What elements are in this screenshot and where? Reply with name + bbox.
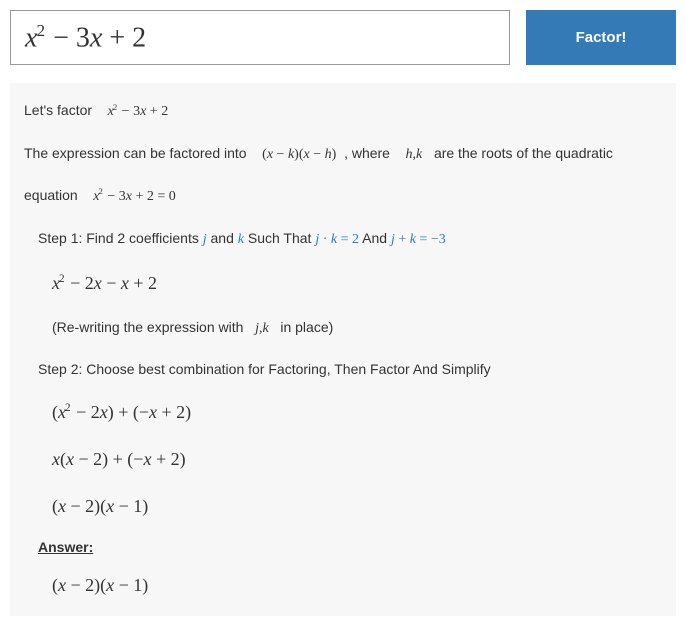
step2-expr-3: (x − 2)(x − 1)	[52, 496, 148, 516]
step1-title: Step 1: Find 2 coefficients j and k Such…	[24, 227, 662, 251]
intro-line-2: The expression can be factored into (x −…	[24, 142, 662, 166]
intro-where: , where	[344, 145, 390, 161]
intro-text-a: The expression can be factored into	[24, 145, 247, 161]
solution-panel: Let's factor x2 − 3x + 2 The expression …	[10, 83, 676, 615]
step1-such: Such That	[248, 230, 315, 246]
intro-expression: x2 − 3x + 2	[108, 104, 169, 119]
step1-note: (Re-writing the expression with j,k in p…	[24, 316, 662, 340]
step1-j: j	[203, 232, 207, 247]
step2-title: Step 2: Choose best combination for Fact…	[24, 358, 662, 380]
step2-line-2: x(x − 2) + (−x + 2)	[24, 445, 662, 474]
intro-line-3: equation x2 − 3x + 2 = 0	[24, 184, 662, 208]
step1-rewrite: x2 − 2x − x + 2	[24, 269, 662, 298]
step2-line-1: (x2 − 2x) + (−x + 2)	[24, 398, 662, 427]
answer-line: (x − 2)(x − 1)	[38, 571, 662, 600]
step1-cond2: j + k = −3	[391, 232, 446, 247]
step1-note-b: in place)	[280, 319, 333, 335]
factored-form: (x − k)(x − h)	[262, 147, 336, 162]
step1-note-a: (Re-writing the expression with	[52, 319, 243, 335]
expression-input-value: x2 − 3x + 2	[25, 21, 146, 54]
step1-and: and	[211, 230, 238, 246]
step1-k: k	[238, 232, 244, 247]
step2-expr-2: x(x − 2) + (−x + 2)	[52, 449, 186, 469]
quadratic-equation: x2 − 3x + 2 = 0	[93, 189, 175, 204]
hk-symbols: h,k	[406, 147, 423, 162]
step1-rewrite-expr: x2 − 2x − x + 2	[52, 273, 157, 293]
answer-label: Answer:	[38, 539, 93, 555]
step2-title-text: Step 2: Choose best combination for Fact…	[38, 361, 491, 377]
lets-factor-text: Let's factor	[24, 102, 92, 118]
step2-expr-1: (x2 − 2x) + (−x + 2)	[52, 402, 191, 422]
step2-line-3: (x − 2)(x − 1)	[24, 492, 662, 521]
equation-word: equation	[24, 187, 78, 203]
step1-cond1: j · k = 2	[315, 232, 359, 247]
intro-line-1: Let's factor x2 − 3x + 2	[24, 99, 662, 123]
answer-block: Answer: (x − 2)(x − 1)	[24, 539, 662, 600]
step1-text-a: Step 1: Find 2 coefficients	[38, 230, 203, 246]
step1-jk: j,k	[255, 321, 269, 336]
step1-and2: And	[362, 230, 391, 246]
input-row: x2 − 3x + 2 Factor!	[10, 10, 676, 65]
answer-expression: (x − 2)(x − 1)	[52, 575, 148, 595]
factor-button[interactable]: Factor!	[526, 10, 676, 65]
expression-input[interactable]: x2 − 3x + 2	[10, 10, 510, 65]
intro-text-b: are the roots of the quadratic	[434, 145, 613, 161]
